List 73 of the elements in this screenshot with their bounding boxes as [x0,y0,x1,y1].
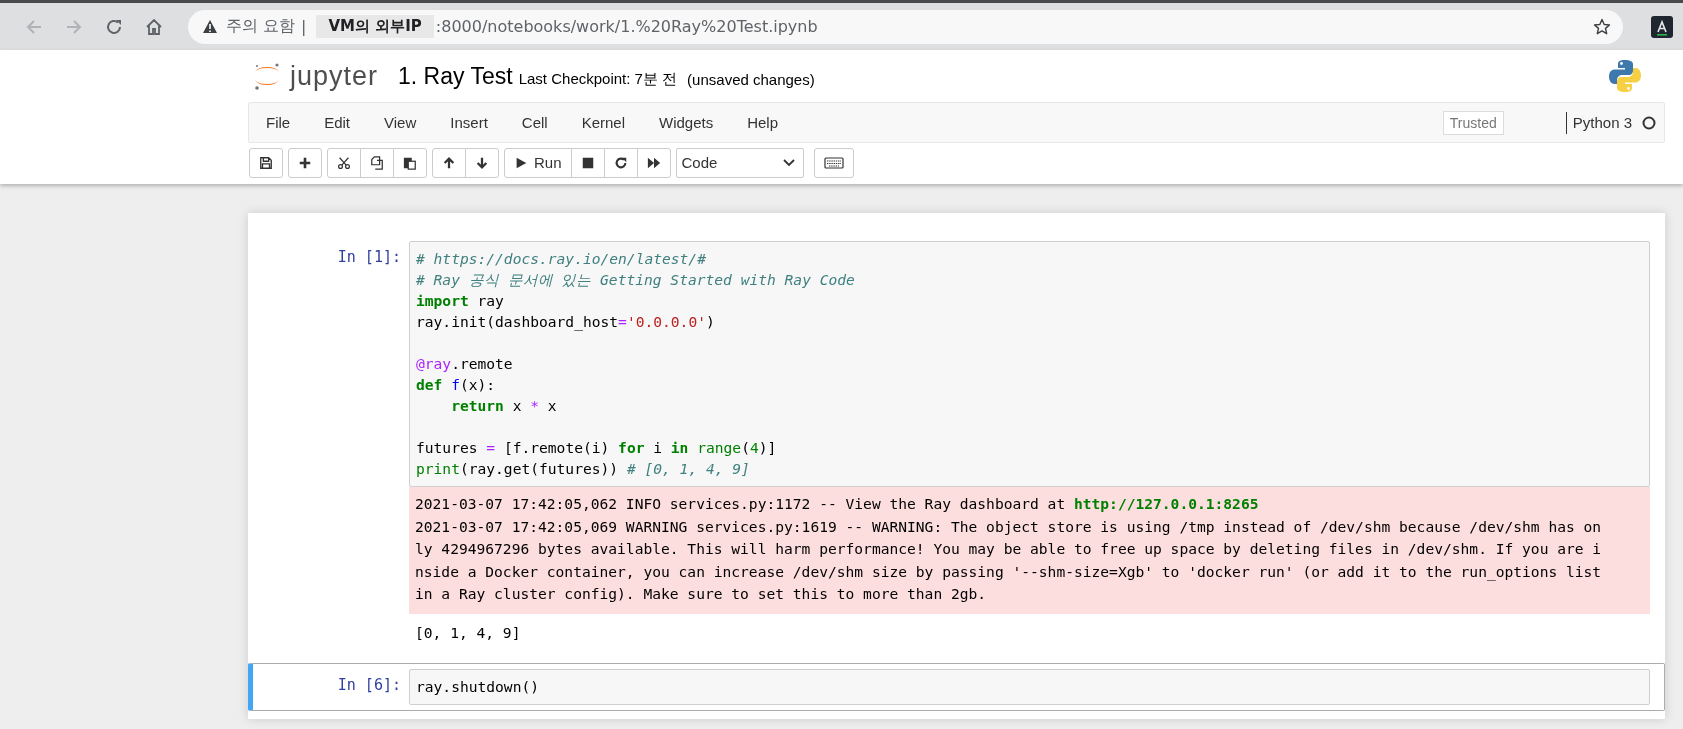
menu-item[interactable]: View [367,103,434,142]
move-down-button[interactable] [465,147,499,178]
input-prompt: In [6]: [336,674,402,696]
security-label: 주의 요함 [226,16,296,37]
reload-icon[interactable] [105,17,123,36]
code-line: return x * x [450,396,558,416]
error-output-line: 2021-03-07 17:42:05,062 INFO services.py:1172 -- View the Ray dashboard at http://127.0.0.1:8265 [415,494,1260,514]
notebook-cell[interactable]: In [6]: ray.shutdown() [248,662,1665,711]
code-line: # https://docs.ray.io/en/latest/# [416,249,707,269]
fast-forward-icon [646,155,661,170]
trusted-badge[interactable]: Trusted [1442,110,1504,135]
code-line: futures = [f.remote(i) for i in range(4)] [416,438,778,458]
move-up-icon [442,155,456,170]
notebook-title[interactable]: 1. Ray Test [398,62,513,90]
output-line: [0, 1, 4, 9] [415,622,522,643]
keyboard-icon [823,154,844,171]
menu-item[interactable]: Cell [504,103,565,142]
restart-icon [613,155,628,170]
menu-item[interactable]: Edit [307,103,368,142]
kernel-logo-icon [1607,58,1643,94]
warning-icon [202,19,218,34]
code-line: print(ray.get(futures)) # [0, 1, 4, 9] [416,459,751,479]
add-cell-icon [298,155,312,170]
move-down-icon [475,155,489,170]
menu-item[interactable]: Widgets [642,103,731,142]
caret-icon [782,158,795,167]
separator-text: | [301,17,307,36]
logo-text[interactable]: jupyter [290,60,379,92]
menu-item[interactable]: File [249,103,308,142]
run-all-button[interactable] [636,147,671,178]
save-button[interactable] [249,147,283,178]
code-line: import ray [416,291,505,311]
error-output-line: in a Ray cluster config). Make sure to set this to more than 2gb. [415,584,988,604]
host-label: VM의 외부IP [316,15,434,38]
code-line: # Ray 공식 문서에 있는 Getting Started with Ray Code [416,270,856,290]
extension-icon[interactable] [1651,15,1673,38]
cell-type-dropdown[interactable]: Code [675,147,804,178]
checkpoint-text: Last Checkpoint: 7분 전 [518,69,678,89]
input-prompt: In [1]: [336,247,402,268]
error-output-line: nside a Docker container, you can increase /dev/shm size by passing '--shm-size=Xgb' to 'docker run' (or add it to the run_options list [415,561,1603,583]
paste-icon [403,155,417,170]
url-text: :8000/notebooks/work/1.%20Ray%20Test.ipynb [435,17,818,36]
cut-icon [337,155,351,170]
code-line: def f(x): [416,375,497,395]
cut-button[interactable] [327,147,361,178]
copy-button[interactable] [360,147,394,178]
code-line: ray.init(dashboard_host='0.0.0.0') [416,312,716,332]
keyboard-shortcuts-button[interactable] [813,147,854,178]
save-status: (unsaved changes) [687,70,815,88]
copy-icon [370,155,384,170]
home-icon[interactable] [145,17,163,36]
insert-cell-button[interactable] [288,147,322,178]
code-input-area[interactable] [409,241,1650,487]
interrupt-button[interactable] [570,147,605,178]
save-icon [259,155,273,170]
menu-item[interactable]: Help [730,103,796,142]
code-line: @ray.remote [416,354,514,374]
code-line: ray.shutdown() [416,676,540,697]
kernel-name[interactable]: Python 3 [1572,114,1632,131]
error-output-line: ly 4294967296 bytes available. This will harm performance! You may be able to free up space by deleting files in /dev/shm. If you are i [415,539,1603,559]
star-icon[interactable] [1593,17,1611,36]
menu-item[interactable]: Kernel [564,103,642,142]
move-up-button[interactable] [432,147,466,178]
run-icon [514,155,528,170]
paste-button[interactable] [393,147,427,178]
restart-button[interactable] [603,147,638,178]
run-button[interactable]: Run [504,147,572,178]
logo-icon [252,61,282,91]
menu-item[interactable]: Insert [433,103,505,142]
address-bar[interactable]: 주의 요함 | VM의 외부IP :8000/notebooks/work/1.%20Ray%20Test.ipynb [188,9,1623,44]
stop-icon [580,155,595,170]
code-input-area[interactable]: ray.shutdown() [409,668,1650,705]
error-output-line: 2021-03-07 17:42:05,069 WARNING services.py:1619 -- WARNING: The object store is using /tmp instead of /dev/shm because /dev/shm has on [415,516,1603,537]
